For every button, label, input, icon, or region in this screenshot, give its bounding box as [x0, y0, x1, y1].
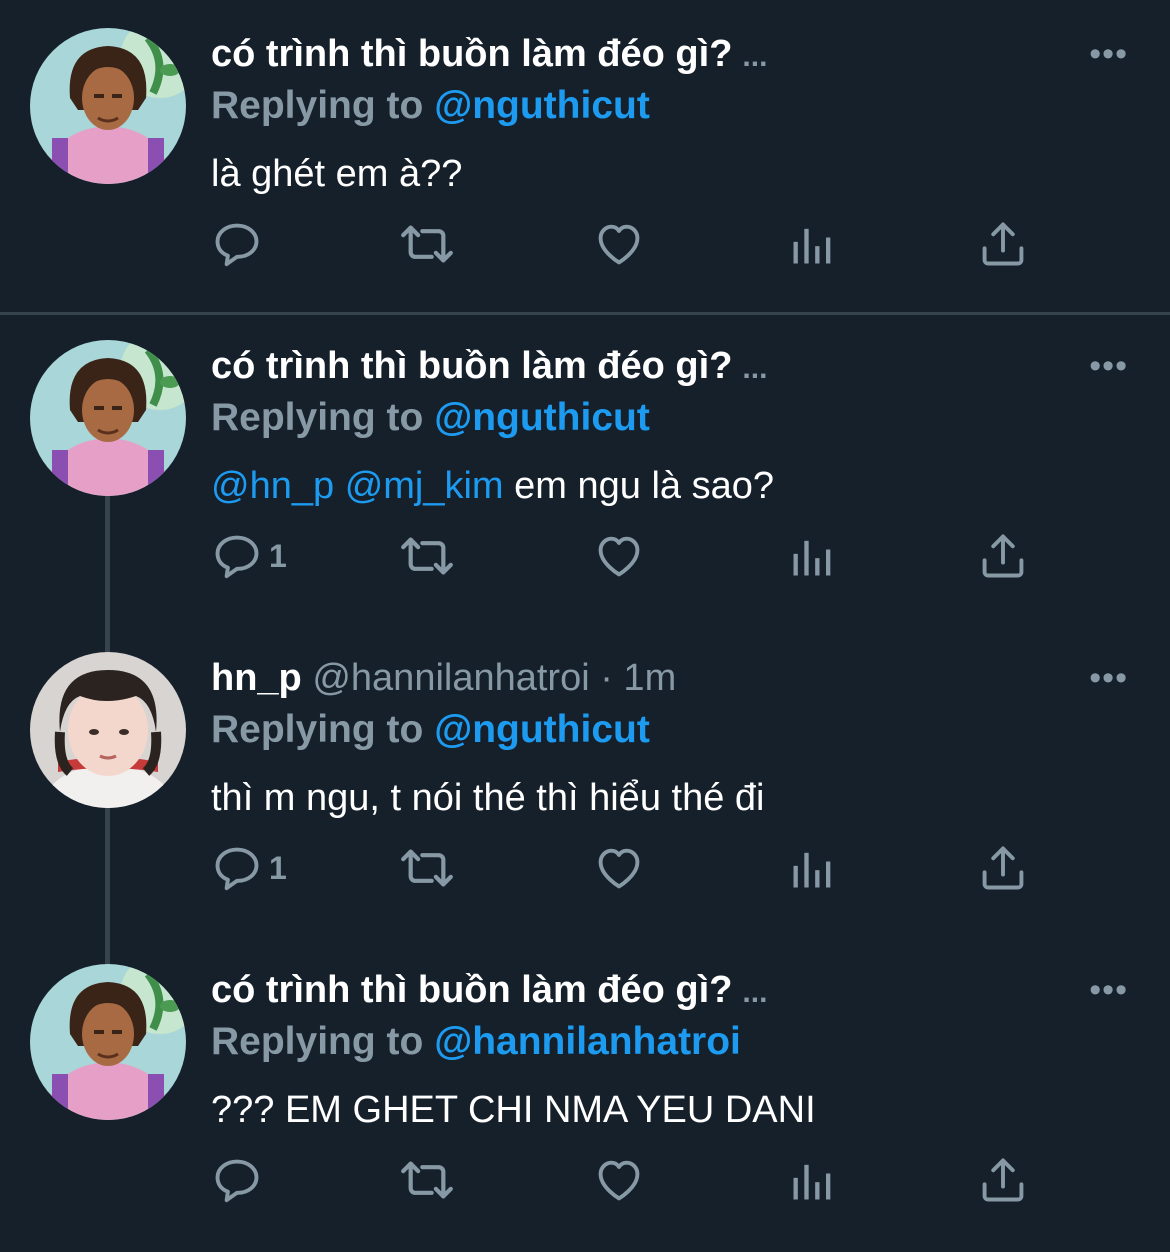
tweet-header: có trình thì buồn làm đéo gì?...: [211, 964, 767, 1016]
retweet-button[interactable]: [399, 1152, 455, 1208]
reply-count: 1: [269, 537, 287, 574]
analytics-button[interactable]: [787, 216, 839, 272]
replying-target-link[interactable]: @nguthicut: [434, 396, 650, 439]
share-button[interactable]: [977, 216, 1029, 272]
share-icon: [977, 842, 1029, 894]
retweet-icon: [399, 840, 455, 896]
avatar[interactable]: [30, 964, 186, 1120]
handle-and-time[interactable]: @hannilanhatroi · 1m: [312, 657, 676, 699]
reply-icon: [211, 842, 263, 894]
share-button[interactable]: [977, 528, 1029, 584]
analytics-button[interactable]: [787, 840, 839, 896]
replying-label: Replying to: [211, 396, 424, 439]
retweet-button[interactable]: [399, 216, 455, 272]
tweet-text: thì m ngu, t nói thé thì hiểu thé đi: [211, 777, 765, 819]
replying-target-link[interactable]: @nguthicut: [434, 84, 650, 127]
divider: [0, 312, 1170, 315]
reply-button[interactable]: 1: [211, 528, 287, 584]
share-icon: [977, 1154, 1029, 1206]
like-button[interactable]: [593, 1152, 645, 1208]
replying-target-link[interactable]: @nguthicut: [434, 708, 650, 751]
analytics-button[interactable]: [787, 528, 839, 584]
more-icon[interactable]: •••: [1089, 973, 1128, 1007]
mention-link[interactable]: @hn_p: [211, 465, 334, 507]
replying-target-link[interactable]: @hannilanhatroi: [434, 1020, 741, 1063]
avatar[interactable]: [30, 28, 186, 184]
heart-icon: [593, 530, 645, 582]
name-truncation: ...: [742, 40, 768, 73]
tweet-header: hn_p @hannilanhatroi · 1m: [211, 652, 676, 704]
display-name[interactable]: có trình thì buồn làm đéo gì?: [211, 969, 732, 1011]
analytics-icon: [787, 1154, 839, 1206]
reply-icon: [211, 1154, 263, 1206]
avatar[interactable]: [30, 340, 186, 496]
retweet-icon: [399, 216, 455, 272]
heart-icon: [593, 842, 645, 894]
action-bar: 1: [211, 840, 1041, 896]
more-icon[interactable]: •••: [1089, 37, 1128, 71]
display-name[interactable]: hn_p: [211, 657, 302, 699]
reply-button[interactable]: [211, 1152, 263, 1208]
replying-label: Replying to: [211, 84, 424, 127]
name-truncation: ...: [742, 976, 768, 1009]
replying-to: Replying to @nguthicut: [211, 80, 650, 132]
tweet-header: có trình thì buồn làm đéo gì?...: [211, 340, 767, 392]
more-icon[interactable]: •••: [1089, 349, 1128, 383]
share-icon: [977, 218, 1029, 270]
like-button[interactable]: [593, 840, 645, 896]
reply-icon: [211, 530, 263, 582]
heart-icon: [593, 1154, 645, 1206]
share-button[interactable]: [977, 840, 1029, 896]
reply-count: 1: [269, 849, 287, 886]
avatar-image: [30, 340, 186, 496]
replying-label: Replying to: [211, 708, 424, 751]
replying-to: Replying to @nguthicut: [211, 392, 650, 444]
more-icon[interactable]: •••: [1089, 661, 1128, 695]
name-truncation: ...: [742, 352, 768, 385]
replying-to: Replying to @hannilanhatroi: [211, 1016, 741, 1068]
share-icon: [977, 530, 1029, 582]
analytics-button[interactable]: [787, 1152, 839, 1208]
retweet-icon: [399, 528, 455, 584]
retweet-button[interactable]: [399, 528, 455, 584]
avatar[interactable]: [30, 652, 186, 808]
avatar-image: [30, 652, 186, 808]
action-bar: [211, 1152, 1041, 1208]
retweet-button[interactable]: [399, 840, 455, 896]
retweet-icon: [399, 1152, 455, 1208]
replying-to: Replying to @nguthicut: [211, 704, 650, 756]
replying-label: Replying to: [211, 1020, 424, 1063]
thread-line: [105, 496, 110, 652]
tweet-text: là ghét em à??: [211, 153, 463, 195]
share-button[interactable]: [977, 1152, 1029, 1208]
mention-link[interactable]: @mj_kim: [345, 465, 504, 507]
display-name[interactable]: có trình thì buồn làm đéo gì?: [211, 345, 732, 387]
like-button[interactable]: [593, 528, 645, 584]
analytics-icon: [787, 530, 839, 582]
avatar-image: [30, 964, 186, 1120]
heart-icon: [593, 218, 645, 270]
avatar-image: [30, 28, 186, 184]
analytics-icon: [787, 218, 839, 270]
action-bar: [211, 216, 1041, 272]
tweet-text: @hn_p @mj_kim em ngu là sao?: [211, 460, 774, 512]
tweet-text: ??? EM GHET CHI NMA YEU DANI: [211, 1089, 816, 1131]
reply-button[interactable]: [211, 216, 263, 272]
reply-icon: [211, 218, 263, 270]
tweet-header: có trình thì buồn làm đéo gì?...: [211, 28, 767, 80]
analytics-icon: [787, 842, 839, 894]
like-button[interactable]: [593, 216, 645, 272]
thread-line: [105, 808, 110, 964]
action-bar: 1: [211, 528, 1041, 584]
display-name[interactable]: có trình thì buồn làm đéo gì?: [211, 33, 732, 75]
reply-button[interactable]: 1: [211, 840, 287, 896]
tweet-text-content: em ngu là sao?: [514, 465, 774, 507]
